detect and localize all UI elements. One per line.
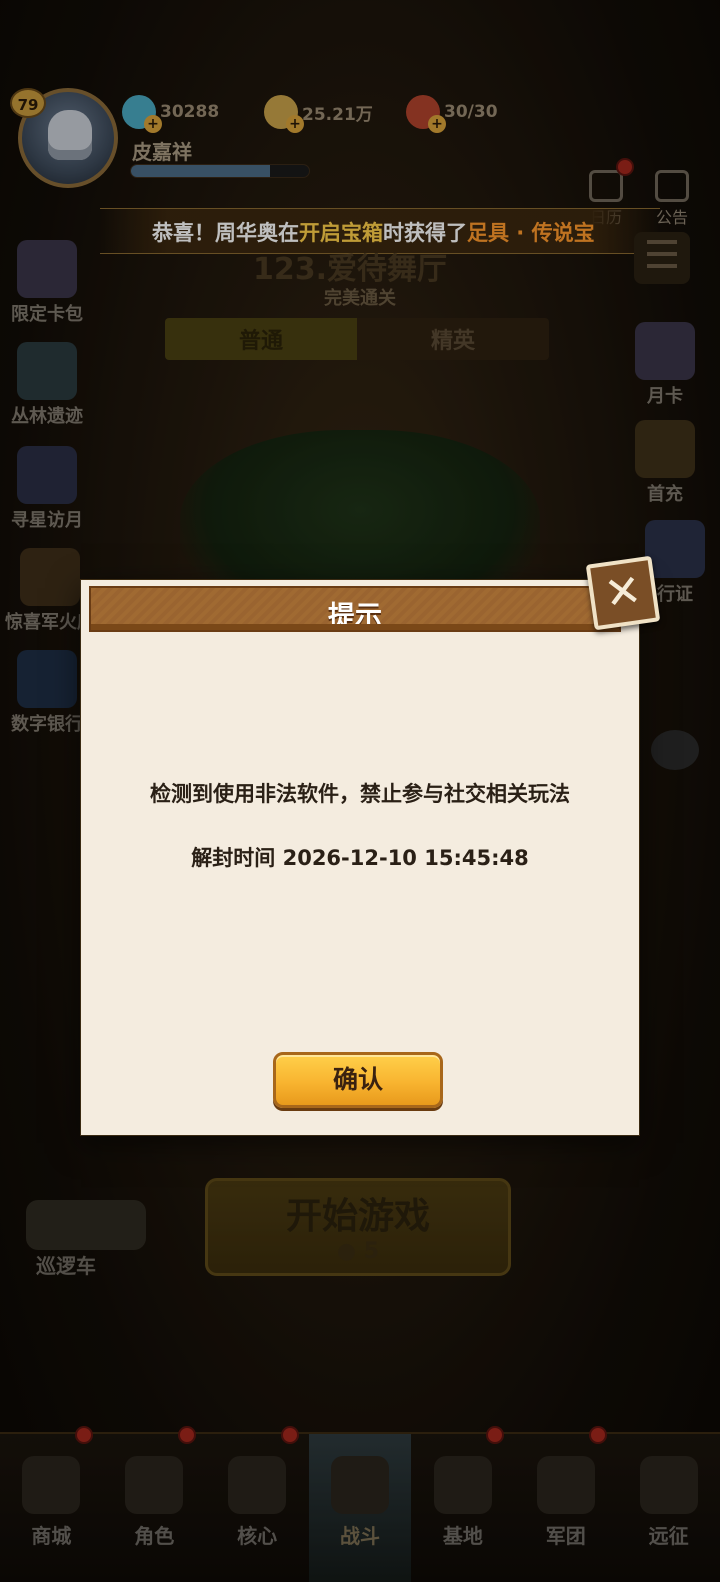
- dialog-title: 提示: [328, 601, 382, 632]
- close-icon: ✕: [601, 564, 645, 621]
- unban-time: 解封时间 2026-12-10 15:45:48: [191, 846, 529, 870]
- close-button[interactable]: ✕: [585, 555, 661, 631]
- ban-message: 检测到使用非法软件，禁止参与社交相关玩法: [150, 782, 570, 806]
- confirm-button[interactable]: 确认: [273, 1052, 443, 1108]
- dialog-header: 提示: [89, 586, 621, 632]
- notice-dialog: 提示 检测到使用非法软件，禁止参与社交相关玩法 解封时间 2026-12-10 …: [81, 580, 639, 1135]
